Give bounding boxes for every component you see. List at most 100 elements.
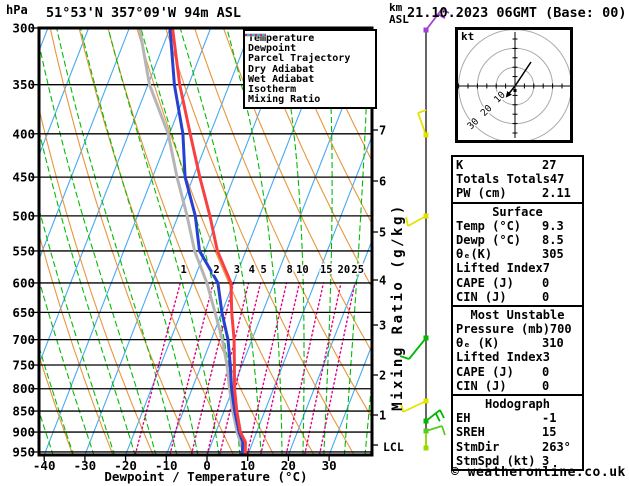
table-row-label: StmDir	[456, 439, 500, 454]
dry-adiabat-line	[39, 353, 74, 456]
wet-adiabat-line	[107, 27, 220, 456]
mixing-ratio-value-label: 4	[249, 264, 255, 276]
wind-barb-tick	[441, 425, 446, 436]
legend-swatch-mixing-ratio	[245, 34, 266, 36]
pressure-tick-label: 900	[12, 425, 35, 440]
mixing-ratio-value-label: 1	[181, 264, 187, 276]
legend-item: Temperature	[245, 33, 375, 44]
table-row: CAPE (J) 0	[456, 276, 579, 290]
km-tick-label: 6	[379, 175, 386, 189]
station-title: 51°53'N 357°09'W 94m ASL	[46, 5, 242, 21]
table-section: K 27 Totals Totals 47 PW (cm) 2.11	[451, 155, 584, 204]
table-row: SREH 15	[456, 425, 579, 439]
table-row-label: Totals Totals	[456, 172, 550, 187]
table-row-value: 0	[542, 289, 550, 304]
table-row-value: 2.11	[542, 186, 571, 201]
table-row-value: 263°	[542, 439, 571, 454]
legend-box: Temperature Dewpoint Parcel Trajectory Dry …	[243, 29, 377, 110]
table-row-value: 8.5	[542, 232, 564, 247]
legend-label: Mixing Ratio	[248, 94, 321, 106]
table-row-value: 3	[542, 350, 550, 365]
dry-adiabat-line	[78, 27, 235, 456]
height-axis-unit: km ASL	[389, 1, 409, 26]
table-row: PW (cm) 2.11	[456, 186, 579, 200]
pressure-tick-label: 300	[12, 21, 35, 36]
hodograph-ring-label: 10	[492, 89, 508, 105]
table-row-value: 700	[549, 322, 572, 337]
temp-tick-label: -40	[33, 458, 56, 473]
mixing-ratio-line	[304, 282, 342, 456]
pressure-tick-label: 400	[12, 126, 35, 141]
hodograph-storm-motion-dot	[513, 89, 517, 92]
wind-barb-tick	[417, 109, 427, 114]
hodograph-panel: kt 10 20 30	[455, 27, 573, 143]
wet-adiabat-line	[0, 16, 13, 456]
km-tick-label: 2	[379, 369, 386, 383]
mixing-ratio-value-label: 2	[213, 264, 219, 276]
mixing-ratio-value-label: 3	[234, 264, 240, 276]
mixing-ratio-line	[169, 282, 214, 456]
pressure-tick-label: 950	[12, 444, 35, 459]
wind-barb-shaft	[408, 337, 427, 360]
table-row-label: θₑ(K)	[456, 247, 493, 262]
km-tick-label: 7	[379, 124, 386, 138]
pressure-axis-unit: hPa	[6, 3, 28, 17]
table-row: Totals Totals 47	[456, 172, 579, 186]
table-row-label: Lifted Index	[456, 350, 543, 365]
pressure-tick-label: 700	[12, 332, 35, 347]
table-row-value: 15	[542, 425, 557, 440]
table-row-label: SREH	[456, 425, 485, 440]
isotherm-line	[0, 27, 8, 457]
table-section-header: Hodograph	[484, 397, 551, 411]
table-row-label: Pressure (mb)	[456, 322, 550, 337]
skewt-sounding-page: 300 350 400 450 500 550 600 650 700 750 800 850 900 9…	[0, 0, 629, 486]
table-row-value: 0	[542, 275, 550, 290]
wind-barb-shaft	[402, 400, 427, 413]
table-section-header: Surface	[492, 204, 543, 219]
table-row: K 27	[456, 158, 579, 172]
table-row-value: 27	[542, 158, 557, 172]
lcl-label: LCL	[383, 440, 404, 454]
mixing-ratio-value-label: 10	[296, 264, 309, 276]
km-tick-label: 1	[379, 409, 386, 423]
wind-barb-tick	[439, 409, 445, 419]
table-row-label: CAPE (J)	[456, 275, 514, 290]
table-row-label: Temp (°C)	[456, 218, 522, 233]
table-row: Dewp (°C) 8.5	[456, 233, 579, 247]
mixing-ratio-value-label: 20	[338, 264, 351, 276]
table-row-label: CIN (J)	[456, 378, 507, 393]
table-row: EH -1	[456, 411, 579, 425]
legend-item: Dry Adiabat	[245, 34, 375, 75]
height-axis: 7 6 5 4 3 2 1	[373, 124, 386, 446]
table-row-value: 305	[542, 247, 564, 262]
km-tick-label: 5	[379, 226, 386, 240]
indices-tables: K 27 Totals Totals 47 PW (cm) 2.11 Surface Temp…	[451, 155, 584, 471]
datetime-title: 21.10.2023 06GMT (Base: 00)	[407, 5, 627, 21]
legend-item: Parcel Trajectory	[245, 33, 375, 64]
wet-adiabat-line	[39, 41, 157, 456]
table-section-hodograph: Hodograph EH -1 SREH 15 StmDir 263° StmSpd (kt)…	[451, 394, 584, 471]
table-row-label: Dewp (°C)	[456, 232, 522, 247]
wind-barb-shaft	[407, 215, 427, 227]
wet-adiabat-line	[55, 27, 178, 456]
table-row-value: 310	[542, 336, 564, 351]
table-row-value: 9.3	[542, 218, 564, 233]
table-row-label: CAPE (J)	[456, 364, 514, 379]
table-row: Temp (°C) 9.3	[456, 219, 579, 233]
table-section-most-unstable: Most Unstable Pressure (mb) 700 θₑ (K) 310 Li…	[451, 304, 584, 396]
km-tick-label: 4	[379, 274, 386, 288]
table-row: CIN (J) 0	[456, 290, 579, 304]
pressure-tick-label: 550	[12, 243, 35, 258]
legend-item: Mixing Ratio	[245, 34, 375, 106]
mixing-ratio-value-label: 8	[286, 264, 292, 276]
pressure-tick-label: 500	[12, 208, 35, 223]
table-row-value: 7	[542, 261, 550, 276]
legend-item: Wet Adiabat	[245, 34, 375, 85]
pressure-tick-label: 650	[12, 305, 35, 320]
hodograph-trace	[506, 61, 532, 97]
pressure-tick-label: 750	[12, 358, 35, 373]
mixing-ratio-value-label: 15	[320, 264, 333, 276]
sounding-profiles	[138, 27, 247, 456]
mixing-ratio-value-label: 5	[261, 264, 267, 276]
mixing-ratio-line	[318, 282, 356, 456]
